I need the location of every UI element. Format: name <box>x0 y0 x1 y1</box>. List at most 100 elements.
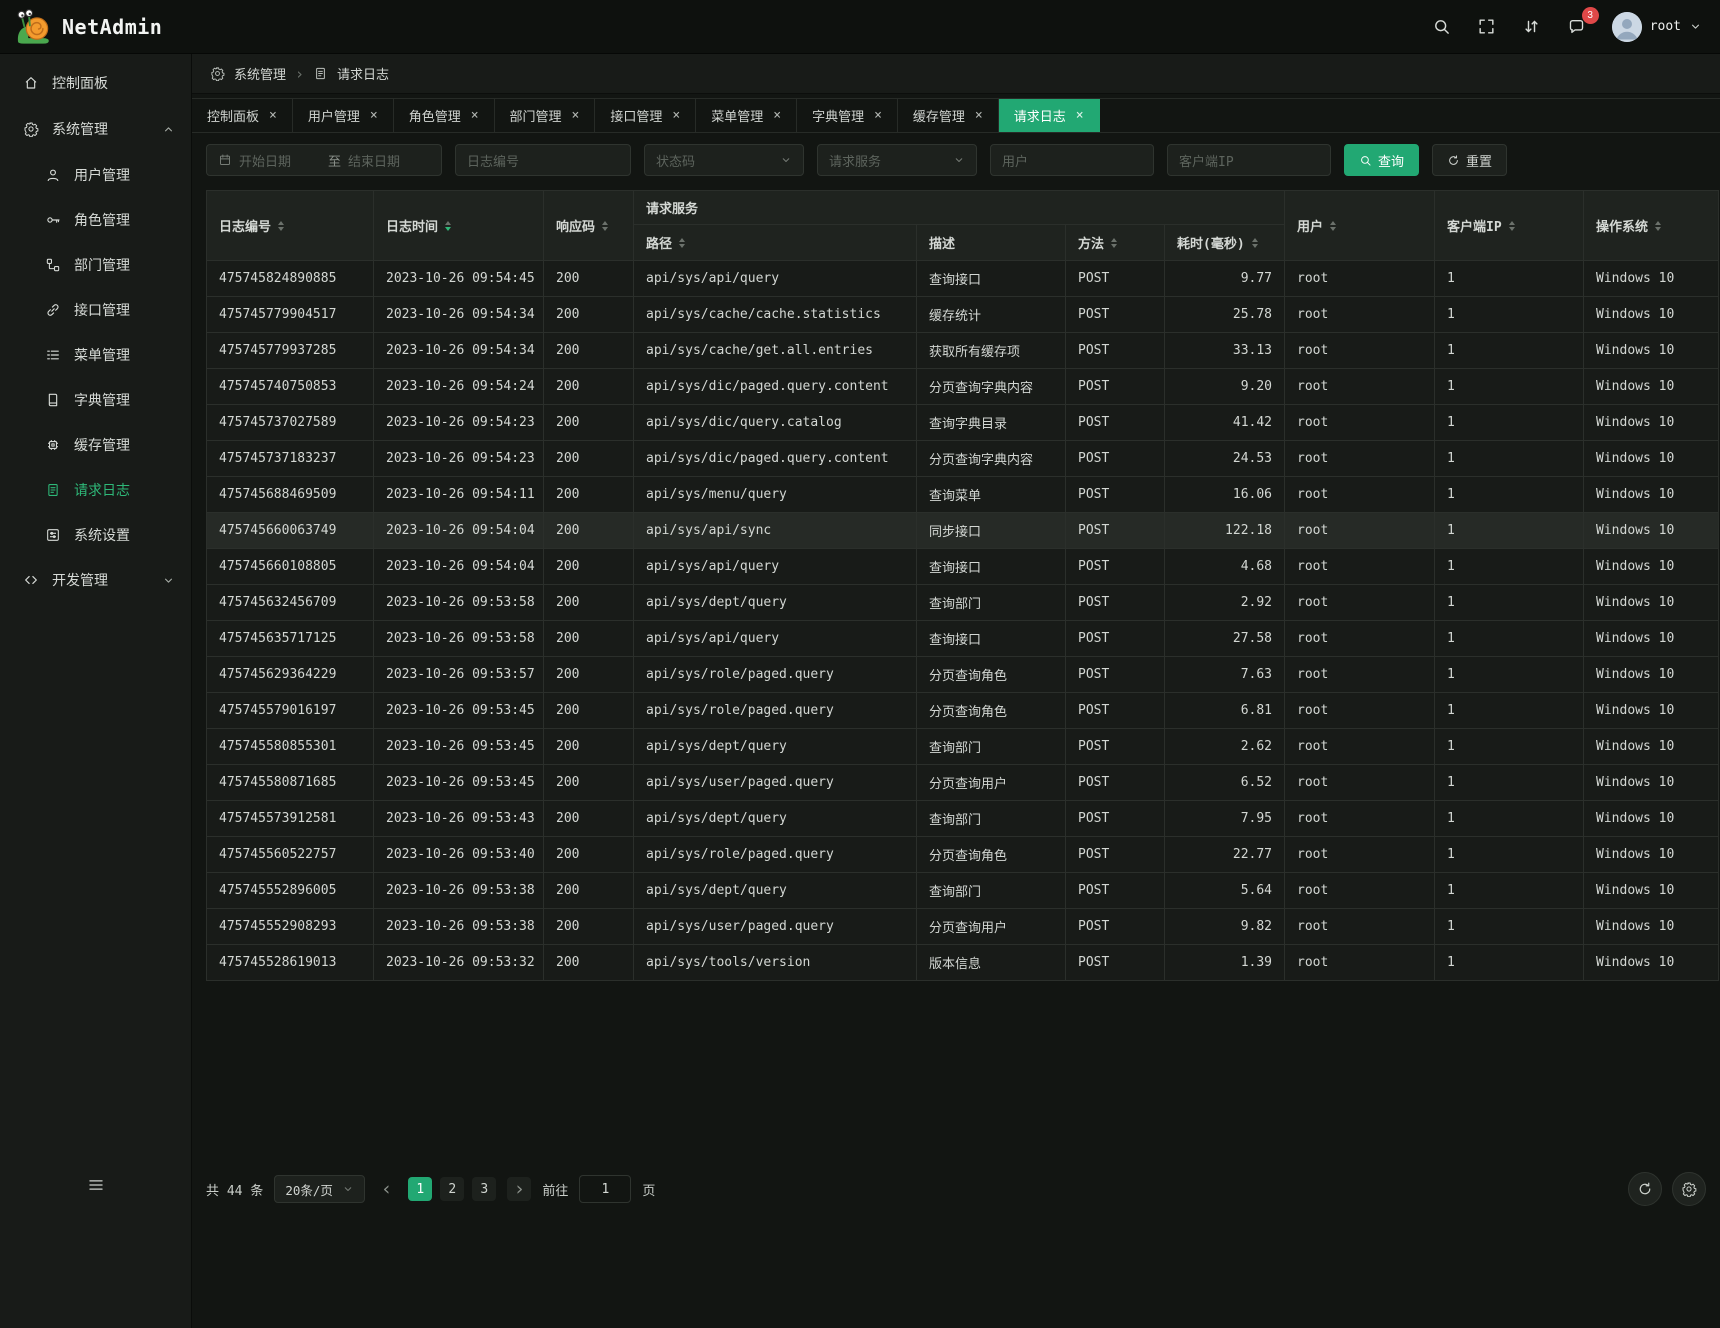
service-select[interactable]: 请求服务 <box>817 144 977 176</box>
log-id-input[interactable]: 日志编号 <box>455 144 631 176</box>
cell-desc: 分页查询角色 <box>917 657 1066 693</box>
tab[interactable]: 接口管理 × <box>595 99 696 132</box>
table-row[interactable]: 475745688469509 2023-10-26 09:54:11 200 … <box>207 477 1719 513</box>
table-row[interactable]: 475745580871685 2023-10-26 09:53:45 200 … <box>207 765 1719 801</box>
table-row[interactable]: 475745660063749 2023-10-26 09:54:04 200 … <box>207 513 1719 549</box>
page-size-select[interactable]: 20条/页 <box>274 1175 365 1203</box>
tab[interactable]: 字典管理 × <box>797 99 898 132</box>
table-row[interactable]: 475745779937285 2023-10-26 09:54:34 200 … <box>207 333 1719 369</box>
goto-unit: 页 <box>642 1180 655 1199</box>
sidebar-item-label: 接口管理 <box>74 300 130 320</box>
table-row[interactable]: 475745635717125 2023-10-26 09:53:58 200 … <box>207 621 1719 657</box>
sidebar-item[interactable]: 开发管理 <box>0 557 191 603</box>
tab[interactable]: 角色管理 × <box>394 99 495 132</box>
table-row[interactable]: 475745552896005 2023-10-26 09:53:38 200 … <box>207 873 1719 909</box>
refresh-fab-button[interactable] <box>1628 1172 1662 1206</box>
app-logo[interactable]: NetAdmin <box>14 8 162 46</box>
tab-close-icon[interactable]: × <box>975 108 983 123</box>
table-row[interactable]: 475745737027589 2023-10-26 09:54:23 200 … <box>207 405 1719 441</box>
tab[interactable]: 部门管理 × <box>495 99 596 132</box>
tab[interactable]: 请求日志 × <box>999 99 1100 132</box>
column-header-method[interactable]: 方法 <box>1066 225 1165 261</box>
cell-os: Windows 10 <box>1584 513 1719 549</box>
page-button[interactable]: 3 <box>472 1177 496 1201</box>
tab-bar: 控制面板 × 用户管理 × 角色管理 × 部门管理 × <box>192 98 1720 133</box>
sidebar-item[interactable]: 部门管理 <box>0 242 191 287</box>
table-row[interactable]: 475745629364229 2023-10-26 09:53:57 200 … <box>207 657 1719 693</box>
breadcrumb-item-page[interactable]: 请求日志 <box>337 64 389 83</box>
column-header-status[interactable]: 响应码 <box>544 191 634 261</box>
breadcrumb-item-section[interactable]: 系统管理 <box>234 64 286 83</box>
column-header-desc[interactable]: 描述 <box>917 225 1066 261</box>
sidebar-item[interactable]: 系统管理 <box>0 106 191 152</box>
cell-path: api/sys/user/paged.query <box>634 765 917 801</box>
search-submit-button[interactable]: 查询 <box>1344 144 1419 176</box>
table-row[interactable]: 475745660108805 2023-10-26 09:54:04 200 … <box>207 549 1719 585</box>
tab-close-icon[interactable]: × <box>773 108 781 123</box>
fullscreen-button[interactable] <box>1475 15 1498 38</box>
user-input[interactable]: 用户 <box>990 144 1154 176</box>
tab[interactable]: 控制面板 × <box>192 99 293 132</box>
sidebar-collapse-button[interactable] <box>87 1176 105 1194</box>
page-button[interactable]: 2 <box>440 1177 464 1201</box>
cell-user: root <box>1285 441 1435 477</box>
sidebar-item[interactable]: 系统设置 <box>0 512 191 557</box>
sidebar-item[interactable]: 请求日志 <box>0 467 191 512</box>
search-button[interactable] <box>1430 15 1453 38</box>
sidebar-item[interactable]: 接口管理 <box>0 287 191 332</box>
sidebar-item[interactable]: 角色管理 <box>0 197 191 242</box>
reset-button[interactable]: 重置 <box>1432 144 1507 176</box>
tab-close-icon[interactable]: × <box>1076 108 1084 123</box>
goto-page-input[interactable]: 1 <box>579 1175 631 1203</box>
tab-close-icon[interactable]: × <box>672 108 680 123</box>
status-code-select[interactable]: 状态码 <box>644 144 804 176</box>
tab[interactable]: 菜单管理 × <box>696 99 797 132</box>
table-row[interactable]: 475745632456709 2023-10-26 09:53:58 200 … <box>207 585 1719 621</box>
client-ip-input[interactable]: 客户端IP <box>1167 144 1331 176</box>
cell-duration: 122.18 <box>1165 513 1285 549</box>
column-header-duration[interactable]: 耗时(毫秒) <box>1165 225 1285 261</box>
status-placeholder: 状态码 <box>656 151 695 170</box>
cell-client-ip: 1 <box>1435 729 1584 765</box>
sidebar-item[interactable]: 用户管理 <box>0 152 191 197</box>
column-header-client-ip[interactable]: 客户端IP <box>1435 191 1584 261</box>
sidebar-item[interactable]: 字典管理 <box>0 377 191 422</box>
sort-switch-button[interactable] <box>1520 15 1543 38</box>
tab[interactable]: 用户管理 × <box>293 99 394 132</box>
column-header-log-id[interactable]: 日志编号 <box>207 191 374 261</box>
column-header-path[interactable]: 路径 <box>634 225 917 261</box>
date-range-input[interactable]: 开始日期 至 结束日期 <box>206 144 442 176</box>
table-row[interactable]: 475745573912581 2023-10-26 09:53:43 200 … <box>207 801 1719 837</box>
settings-fab-button[interactable] <box>1672 1172 1706 1206</box>
table-row[interactable]: 475745579016197 2023-10-26 09:53:45 200 … <box>207 693 1719 729</box>
table-row[interactable]: 475745552908293 2023-10-26 09:53:38 200 … <box>207 909 1719 945</box>
page-button[interactable]: 1 <box>408 1177 432 1201</box>
sidebar-item[interactable]: 控制面板 <box>0 60 191 106</box>
prev-page-button[interactable]: ‹ <box>376 1180 397 1199</box>
tab-close-icon[interactable]: × <box>572 108 580 123</box>
table-row[interactable]: 475745580855301 2023-10-26 09:53:45 200 … <box>207 729 1719 765</box>
tab-close-icon[interactable]: × <box>370 108 378 123</box>
next-page-button[interactable]: › <box>507 1177 531 1201</box>
column-header-os[interactable]: 操作系统 <box>1584 191 1719 261</box>
sidebar-item[interactable]: 缓存管理 <box>0 422 191 467</box>
table-row[interactable]: 475745779904517 2023-10-26 09:54:34 200 … <box>207 297 1719 333</box>
sidebar-item[interactable]: 菜单管理 <box>0 332 191 377</box>
tab-close-icon[interactable]: × <box>269 108 277 123</box>
sidebar-item-icon <box>45 212 61 228</box>
table-row[interactable]: 475745737183237 2023-10-26 09:54:23 200 … <box>207 441 1719 477</box>
table-row[interactable]: 475745528619013 2023-10-26 09:53:32 200 … <box>207 945 1719 981</box>
column-header-log-time[interactable]: 日志时间 <box>374 191 544 261</box>
column-header-user[interactable]: 用户 <box>1285 191 1435 261</box>
cell-path: api/sys/tools/version <box>634 945 917 981</box>
tab[interactable]: 缓存管理 × <box>898 99 999 132</box>
notifications-button[interactable]: 3 <box>1565 15 1588 38</box>
table-row[interactable]: 475745560522757 2023-10-26 09:53:40 200 … <box>207 837 1719 873</box>
user-menu[interactable]: root <box>1612 12 1702 42</box>
tab-close-icon[interactable]: × <box>471 108 479 123</box>
table-row[interactable]: 475745740750853 2023-10-26 09:54:24 200 … <box>207 369 1719 405</box>
request-log-table: 日志编号 日志时间 响应码 请求服务 用户 <box>206 190 1719 981</box>
tab-close-icon[interactable]: × <box>874 108 882 123</box>
cell-method: POST <box>1066 873 1165 909</box>
table-row[interactable]: 475745824890885 2023-10-26 09:54:45 200 … <box>207 261 1719 297</box>
